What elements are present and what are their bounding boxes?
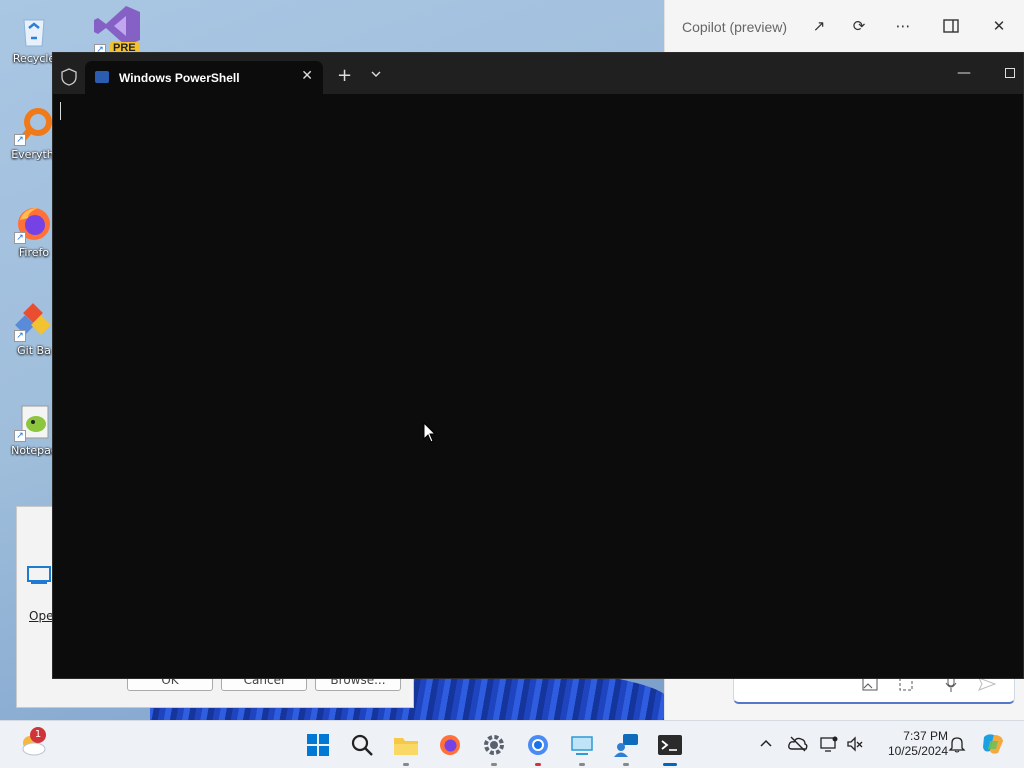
visual-studio-preview-shortcut[interactable]: PRE ↗: [92, 4, 142, 56]
powershell-window[interactable]: Windows PowerShell ✕ + —: [52, 52, 1024, 679]
taskbar-feedback-hub[interactable]: [610, 729, 642, 766]
running-indicator: [491, 763, 497, 766]
terminal-icon: [658, 735, 682, 755]
running-indicator: [623, 763, 629, 766]
terminal-tab-bar: Windows PowerShell ✕ + —: [53, 53, 1023, 94]
running-indicator: [403, 763, 409, 766]
copilot-icon[interactable]: [980, 731, 1006, 757]
firefox-icon: ↗: [14, 204, 54, 244]
chrome-icon: [528, 735, 548, 755]
cloud-offline-icon[interactable]: [788, 735, 808, 753]
clock-date: 10/25/2024: [887, 744, 948, 758]
monitor-icon: [571, 736, 593, 755]
taskbar-search-button[interactable]: [346, 729, 378, 761]
running-indicator: [535, 763, 541, 766]
taskbar-chrome[interactable]: [522, 729, 554, 766]
mouse-pointer-icon: [423, 422, 437, 443]
shield-icon: [61, 68, 77, 86]
taskbar-settings[interactable]: [478, 729, 510, 766]
taskbar: 7:37 PM 10/25/2024: [0, 720, 1024, 768]
shortcut-arrow-icon: ↗: [14, 232, 26, 244]
minimize-icon[interactable]: —: [957, 65, 971, 81]
git-bash-icon: ↗: [14, 302, 54, 342]
new-tab-icon[interactable]: +: [337, 65, 352, 86]
run-icon: [27, 566, 51, 584]
chevron-down-icon[interactable]: [369, 67, 383, 81]
clock-time: 7:37 PM: [903, 729, 948, 743]
start-button[interactable]: [302, 729, 334, 761]
maximize-icon[interactable]: [1005, 68, 1015, 78]
taskbar-firefox[interactable]: [434, 729, 466, 761]
search-icon: [351, 734, 373, 756]
people-chat-icon: [614, 734, 638, 757]
taskbar-file-explorer[interactable]: [390, 729, 422, 766]
notification-bell-icon[interactable]: [948, 735, 966, 753]
copilot-title: Copilot (preview): [682, 19, 788, 35]
shortcut-arrow-icon: ↗: [14, 430, 26, 442]
taskbar-clock[interactable]: 7:37 PM 10/25/2024: [872, 729, 948, 759]
more-options-icon[interactable]: ⋯: [891, 14, 915, 38]
powershell-icon: [95, 71, 109, 83]
running-indicator: [579, 763, 585, 766]
gear-icon: [484, 735, 504, 755]
tab-title: Windows PowerShell: [119, 71, 240, 85]
tab-windows-powershell[interactable]: Windows PowerShell ✕: [85, 61, 323, 94]
recycle-bin-icon: [14, 10, 54, 50]
taskbar-terminal[interactable]: [654, 729, 686, 766]
text-caret: [60, 102, 61, 120]
tab-close-icon[interactable]: ✕: [301, 68, 313, 84]
folder-icon: [394, 738, 418, 755]
split-view-icon[interactable]: [939, 14, 963, 38]
taskbar-remote-desktop[interactable]: [566, 729, 598, 766]
refresh-icon[interactable]: ⟳: [847, 14, 871, 38]
volume-muted-icon[interactable]: [846, 735, 864, 753]
close-icon[interactable]: ✕: [987, 14, 1011, 38]
shortcut-arrow-icon: ↗: [14, 134, 26, 146]
network-icon[interactable]: [820, 735, 838, 753]
everything-search-icon: ↗: [14, 106, 54, 146]
open-external-icon[interactable]: ↗: [807, 14, 831, 38]
notepad-plus-plus-icon: ↗: [14, 402, 54, 442]
chevron-up-icon[interactable]: [757, 735, 775, 753]
image-icon[interactable]: [862, 677, 878, 691]
firefox-icon: [440, 735, 460, 755]
running-indicator: [663, 763, 677, 766]
weather-notification-badge: 1: [30, 727, 46, 743]
windows-start-icon: [307, 734, 329, 756]
shortcut-arrow-icon: ↗: [14, 330, 26, 342]
